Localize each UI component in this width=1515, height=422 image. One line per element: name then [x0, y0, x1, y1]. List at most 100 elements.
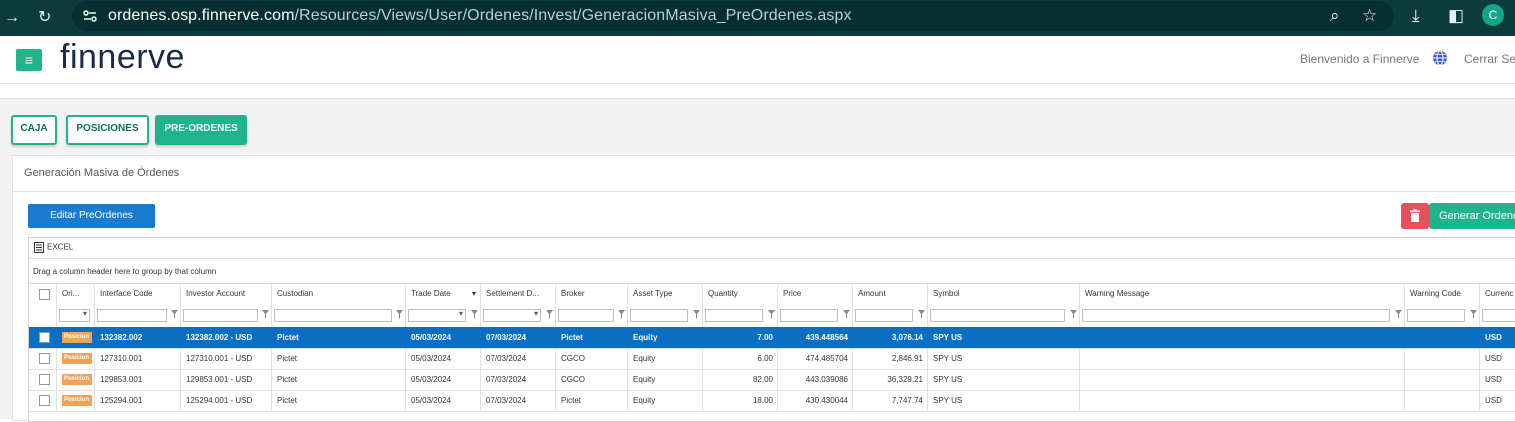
logout-link[interactable]: Cerrar Ses	[1464, 52, 1515, 66]
filter-asset-type-input[interactable]	[630, 309, 688, 322]
filter-quantity-input[interactable]	[705, 309, 763, 322]
trade-date-cell: 05/03/2024	[406, 327, 481, 348]
globe-icon[interactable]	[1432, 50, 1448, 66]
panel-title: Generación Masiva de Órdenes	[24, 167, 180, 179]
forward-arrow-icon[interactable]: →	[4, 8, 20, 28]
row-checkbox[interactable]	[39, 353, 50, 364]
tab-posiciones[interactable]: POSICIONES	[66, 115, 149, 145]
delete-button[interactable]	[1401, 203, 1429, 229]
row-checkbox[interactable]	[39, 374, 50, 385]
filter-cell-symbol	[928, 304, 1080, 327]
warning-code-cell	[1405, 327, 1480, 348]
hamburger-menu-button[interactable]: ≡	[16, 49, 42, 71]
filter-funnel-icon[interactable]	[1470, 310, 1477, 319]
filter-funnel-icon[interactable]	[396, 310, 403, 319]
excel-export-button[interactable]: EXCEL	[34, 242, 73, 253]
col-header-asset-type[interactable]: Asset Type	[628, 283, 703, 304]
side-panel-icon[interactable]: ◧	[1448, 6, 1464, 26]
filter-broker-input[interactable]	[558, 309, 614, 322]
filter-interface-code-input[interactable]	[97, 309, 167, 322]
site-settings-icon[interactable]	[82, 8, 98, 24]
table-row[interactable]: Posicion 127310.001 127310.001 - USD Pic…	[29, 348, 1515, 370]
col-header-settlement-date[interactable]: Settlement D...	[481, 283, 556, 304]
filter-funnel-icon[interactable]	[843, 310, 850, 319]
filter-trade-date-select[interactable]	[408, 309, 466, 322]
trash-icon	[1410, 209, 1420, 222]
filter-funnel-icon[interactable]	[693, 310, 700, 319]
divider	[13, 191, 1515, 192]
url-text: ordenes.osp.finnerve.com/Resources/Views…	[108, 7, 852, 25]
col-header-symbol[interactable]: Symbol	[928, 283, 1080, 304]
filter-currency-input[interactable]	[1482, 309, 1515, 322]
col-header-currency[interactable]: Currenc	[1480, 283, 1515, 304]
col-header-origin[interactable]: Ori...	[57, 283, 95, 304]
filter-funnel-icon[interactable]	[768, 310, 775, 319]
custodian-cell: Pictet	[272, 327, 406, 348]
amount-cell: 36,329.21	[853, 369, 928, 390]
table-row[interactable]: Posicion 132382.002 132382.002 - USD Pic…	[29, 327, 1515, 349]
filter-investor-account-input[interactable]	[183, 309, 258, 322]
broker-cell: Pictet	[556, 327, 628, 348]
menu-icon: ≡	[24, 52, 34, 68]
filter-warning-message-input[interactable]	[1082, 309, 1390, 322]
tab-pre-ordenes[interactable]: PRE-ORDENES	[155, 115, 247, 145]
filter-price-input[interactable]	[780, 309, 838, 322]
tab-caja[interactable]: CAJA	[11, 115, 57, 145]
asset-type-cell: Equity	[628, 327, 703, 348]
filter-symbol-input[interactable]	[930, 309, 1065, 322]
filter-funnel-icon[interactable]	[1395, 310, 1402, 319]
col-header-price[interactable]: Price	[778, 283, 853, 304]
filter-funnel-icon[interactable]	[171, 310, 178, 319]
row-select-cell	[29, 327, 57, 348]
table-row[interactable]: Posicion 125294.001 125294.001 - USD Pic…	[29, 390, 1515, 412]
filter-amount-input[interactable]	[855, 309, 913, 322]
filter-cell-investor-account	[181, 304, 272, 327]
asset-type-cell: Equity	[628, 390, 703, 411]
download-icon[interactable]: ⤓	[1412, 6, 1420, 26]
url-path: /Resources/Views/User/Ordenes/Invest/Gen…	[294, 7, 852, 24]
filter-funnel-icon[interactable]	[546, 310, 553, 319]
filter-funnel-icon[interactable]	[1070, 310, 1077, 319]
row-select-cell	[29, 390, 57, 411]
welcome-text: Bienvenido a Finnerve	[1300, 52, 1420, 66]
col-header-amount[interactable]: Amount	[853, 283, 928, 304]
col-header-quantity[interactable]: Quantity	[703, 283, 778, 304]
col-header-broker[interactable]: Broker	[556, 283, 628, 304]
origin-badge: Posicion	[62, 353, 92, 364]
reload-icon[interactable]: ↻	[38, 8, 51, 28]
filter-funnel-icon[interactable]	[618, 310, 625, 319]
profile-avatar[interactable]: C	[1482, 4, 1504, 26]
interface-code-cell: 129853.001	[95, 369, 181, 390]
investor-account-cell: 125294.001 - USD	[181, 390, 272, 411]
row-checkbox[interactable]	[39, 395, 50, 406]
filter-cell-broker	[556, 304, 628, 327]
edit-preorders-button[interactable]: Editar PreOrdenes	[28, 204, 155, 228]
filter-funnel-icon[interactable]	[262, 310, 269, 319]
group-by-area[interactable]: Drag a column header here to group by th…	[29, 258, 1515, 284]
address-bar[interactable]: ordenes.osp.finnerve.com/Resources/Views…	[72, 1, 1394, 31]
filter-custodian-input[interactable]	[274, 309, 392, 322]
col-header-trade-date[interactable]: Trade Date ▾	[406, 283, 481, 304]
col-header-custodian[interactable]: Custodian	[272, 283, 406, 304]
header-select-all[interactable]	[29, 283, 57, 304]
filter-settlement-date-select[interactable]	[483, 309, 541, 322]
col-header-investor-account[interactable]: Investor Account	[181, 283, 272, 304]
filter-funnel-icon[interactable]	[471, 310, 478, 319]
app-header: ≡ finnerve Bienvenido a Finnerve Cerrar …	[0, 36, 1515, 84]
warning-code-cell	[1405, 369, 1480, 390]
row-checkbox[interactable]	[39, 332, 50, 343]
generate-orders-button[interactable]: Generar Ordenes	[1429, 203, 1515, 229]
zoom-icon[interactable]: ⌕	[1330, 6, 1340, 26]
bookmark-star-icon[interactable]: ☆	[1362, 6, 1377, 26]
filter-warning-code-input[interactable]	[1407, 309, 1465, 322]
filter-cell-origin	[57, 304, 95, 327]
custodian-cell: Pictet	[272, 369, 406, 390]
col-header-interface-code[interactable]: Interface Code	[95, 283, 181, 304]
filter-funnel-icon[interactable]	[918, 310, 925, 319]
col-header-warning-code[interactable]: Warning Code	[1405, 283, 1480, 304]
select-all-checkbox[interactable]	[39, 289, 50, 300]
col-header-warning-message[interactable]: Warning Message	[1080, 283, 1405, 304]
filter-origin-select[interactable]	[59, 309, 90, 322]
warning-message-cell	[1080, 390, 1405, 411]
table-row[interactable]: Posicion 129853.001 129853.001 - USD Pic…	[29, 369, 1515, 391]
